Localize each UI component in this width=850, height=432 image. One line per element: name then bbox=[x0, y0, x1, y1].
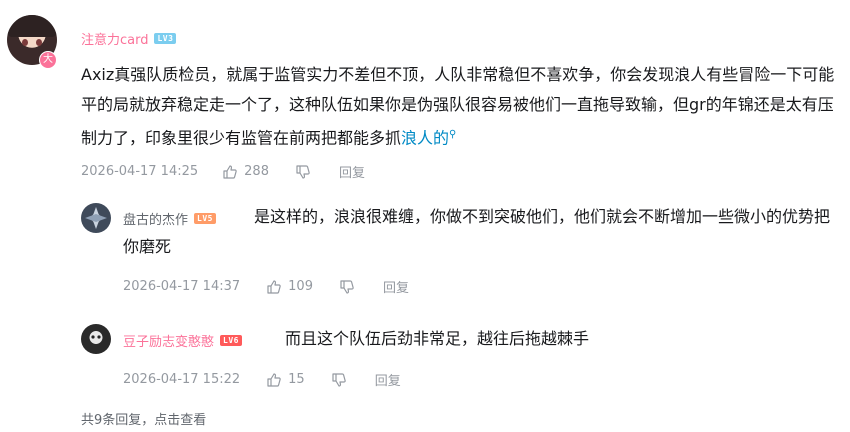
dislike-button[interactable] bbox=[295, 164, 311, 180]
like-button[interactable]: 15 bbox=[266, 372, 305, 388]
reply-text: 而且这个队伍后劲非常足，越往后拖越棘手 bbox=[285, 329, 590, 348]
comment-text: Axiz真强队质检员，就属于监管实力不差但不顶，人队非常稳但不喜欢争，你会发现浪… bbox=[81, 60, 837, 153]
timestamp: 2026-04-17 14:25 bbox=[81, 164, 199, 179]
thumb-up-icon bbox=[266, 279, 282, 295]
reply-avatar[interactable] bbox=[81, 324, 111, 354]
comment-header: 注意力card LV3 bbox=[81, 29, 177, 48]
like-count: 109 bbox=[288, 279, 313, 294]
dislike-button[interactable] bbox=[339, 279, 355, 295]
reply-username[interactable]: 豆子励志变憨憨 bbox=[123, 331, 214, 350]
like-button[interactable]: 288 bbox=[222, 164, 269, 180]
dislike-button[interactable] bbox=[331, 372, 347, 388]
like-count: 288 bbox=[244, 164, 269, 179]
reply-header: 豆子励志变憨憨 LV6 bbox=[123, 331, 242, 350]
reply-text: 是这样的，浪浪很难缠，你做不到突破他们，他们就会不断增加一些微小的优势把你磨死 bbox=[123, 207, 831, 256]
search-link[interactable]: 浪人的 bbox=[401, 128, 449, 147]
reply-avatar[interactable] bbox=[81, 203, 111, 233]
thumb-down-icon bbox=[339, 279, 355, 295]
username[interactable]: 注意力card bbox=[81, 29, 148, 48]
search-icon[interactable]: ⚲ bbox=[449, 129, 456, 140]
reply-button[interactable]: 回复 bbox=[375, 370, 401, 389]
view-more-replies[interactable]: 共9条回复，点击查看 bbox=[81, 409, 206, 428]
thumb-down-icon bbox=[331, 372, 347, 388]
reply-button[interactable]: 回复 bbox=[339, 162, 365, 181]
timestamp: 2026-04-17 14:37 bbox=[123, 279, 241, 294]
thumb-up-icon bbox=[266, 372, 282, 388]
like-count: 15 bbox=[288, 372, 305, 387]
comment-meta: 2026-04-17 14:25 288 回复 bbox=[81, 162, 365, 181]
reply-button[interactable]: 回复 bbox=[383, 277, 409, 296]
thumb-up-icon bbox=[222, 164, 238, 180]
timestamp: 2026-04-17 15:22 bbox=[123, 372, 241, 387]
reply-meta: 2026-04-17 15:22 15 回复 bbox=[123, 370, 401, 389]
reply-meta: 2026-04-17 14:37 109 回复 bbox=[123, 277, 409, 296]
avatar-badge: 大 bbox=[39, 51, 57, 69]
level-badge: LV3 bbox=[154, 33, 177, 44]
thumb-down-icon bbox=[295, 164, 311, 180]
level-badge: LV6 bbox=[220, 335, 242, 346]
comment-body: Axiz真强队质检员，就属于监管实力不差但不顶，人队非常稳但不喜欢争，你会发现浪… bbox=[81, 65, 835, 148]
like-button[interactable]: 109 bbox=[266, 279, 313, 295]
